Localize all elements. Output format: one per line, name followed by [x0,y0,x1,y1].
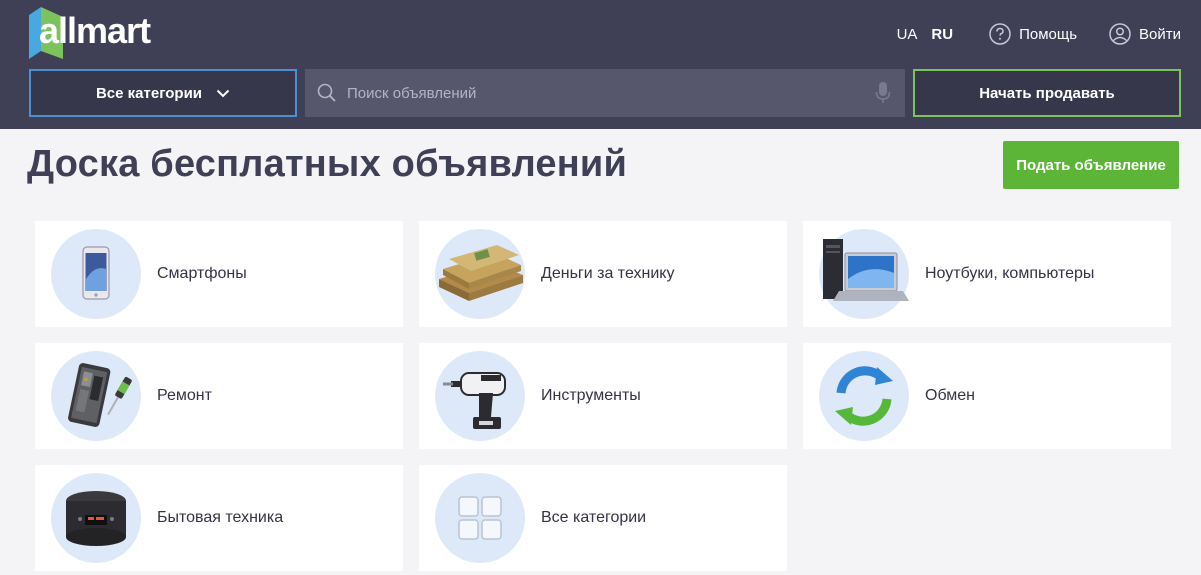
phone-repair-icon [68,363,132,427]
category-card-laptops[interactable]: Ноутбуки, компьютеры [803,221,1171,327]
category-label: Бытовая техника [157,509,284,526]
category-grid: Смартфоны Деньги за технику Ноутбуки, ко… [35,221,1171,571]
smartphone-icon [82,246,110,300]
chevron-down-icon [216,89,230,97]
category-card-repair[interactable]: Ремонт [35,343,403,449]
lang-ru[interactable]: RU [931,26,953,43]
site-header: allmart UA RU Помощь Войти Все категории [0,0,1201,129]
category-card-smartphones[interactable]: Смартфоны [35,221,403,327]
multicooker-icon [66,491,126,546]
money-stack-icon [439,245,523,301]
category-image-circle [51,229,141,319]
category-card-appliances[interactable]: Бытовая техника [35,465,403,571]
category-image-circle [435,473,525,563]
search-icon [317,83,336,102]
category-label: Обмен [925,387,975,404]
help-label: Помощь [1019,25,1078,43]
category-label: Ремонт [157,387,212,404]
category-image-circle [819,229,909,319]
start-selling-button[interactable]: Начать продавать [913,69,1181,117]
login-label: Войти [1139,25,1181,43]
login-link[interactable]: Войти [1109,23,1181,45]
top-links: UA RU Помощь Войти [897,22,1181,46]
category-image-circle [435,351,525,441]
grid-icon [458,496,502,540]
category-label: Деньги за технику [541,265,675,282]
category-label: Все категории [541,509,647,526]
category-label: Инструменты [541,387,641,404]
help-link[interactable]: Помощь [989,23,1077,45]
category-select[interactable]: Все категории [29,69,297,117]
help-icon [989,23,1011,45]
category-image-circle [51,473,141,563]
logo-text: allmart [39,10,151,51]
category-label: Смартфоны [157,265,247,282]
category-card-all[interactable]: Все категории [419,465,787,571]
search-input[interactable] [347,84,875,102]
category-card-exchange[interactable]: Обмен [803,343,1171,449]
category-select-label: Все категории [95,84,203,102]
page-title: Доска бесплатных объявлений [27,143,628,185]
lang-ua[interactable]: UA [897,26,918,43]
post-ad-button[interactable]: Подать объявление [1003,141,1179,189]
category-image-circle [819,351,909,441]
category-image-circle [51,351,141,441]
category-card-money[interactable]: Деньги за технику [419,221,787,327]
microphone-icon[interactable] [875,81,891,105]
user-icon [1109,23,1131,45]
logo[interactable]: allmart [29,6,151,60]
laptop-computer-icon [823,239,909,301]
search-bar[interactable] [305,69,905,117]
category-image-circle [435,229,525,319]
category-label: Ноутбуки, компьютеры [925,265,1095,282]
exchange-arrows-icon [835,366,893,426]
drill-icon [443,372,506,429]
category-card-tools[interactable]: Инструменты [419,343,787,449]
